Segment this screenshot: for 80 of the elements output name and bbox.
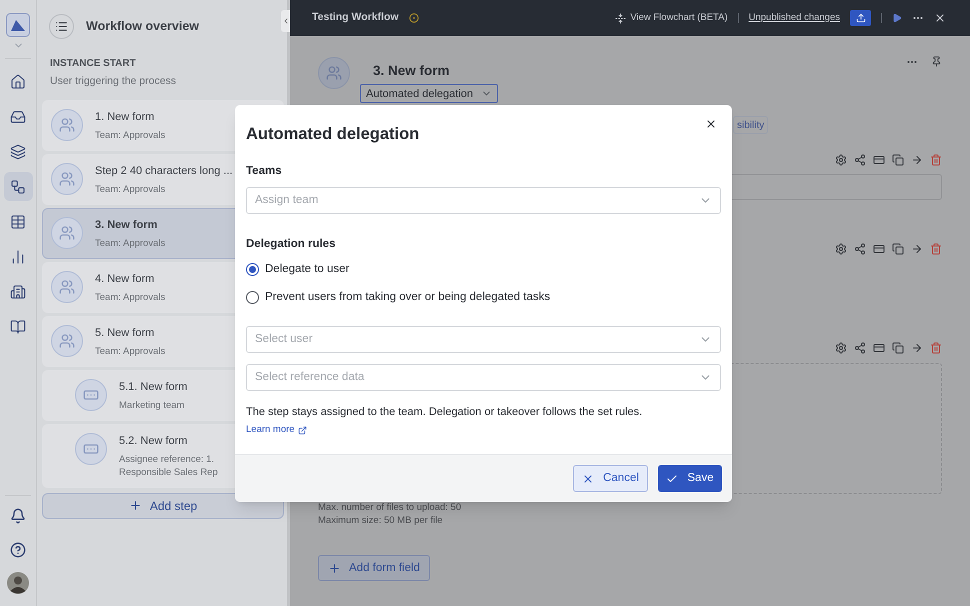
radio-button[interactable]	[246, 290, 259, 304]
card-icon[interactable]	[873, 154, 885, 166]
status-dot-icon	[408, 13, 419, 23]
step-subtitle: Marketing team	[119, 398, 184, 412]
card-icon[interactable]	[873, 342, 885, 354]
upload-icon	[856, 13, 866, 23]
step-subtitle: Team: Approvals	[95, 236, 166, 250]
table-icon	[10, 214, 26, 230]
step-title: 1. New form	[95, 110, 154, 125]
step-subtitle: Team: Approvals	[95, 344, 166, 358]
layers-icon	[10, 144, 26, 160]
people-icon	[59, 332, 75, 349]
publish-button[interactable]	[850, 10, 871, 26]
copy-icon[interactable]	[892, 342, 904, 354]
section-subtitle: User triggering the process	[49, 74, 178, 89]
cancel-button[interactable]: Cancel	[573, 465, 648, 492]
section-heading: INSTANCE START	[49, 57, 137, 71]
plus-icon	[128, 499, 142, 512]
sidebar-title: Workflow overview	[86, 18, 199, 35]
people-icon	[326, 65, 342, 81]
bell-icon[interactable]	[10, 508, 26, 524]
help-icon[interactable]	[10, 542, 26, 558]
logo-icon[interactable]	[6, 13, 30, 37]
workflow-title: Testing Workflow	[312, 10, 399, 26]
step-subtitle: Team: Approvals	[95, 182, 166, 196]
radio-button[interactable]	[246, 263, 259, 276]
save-button[interactable]: Save	[658, 465, 722, 492]
check-icon	[666, 472, 678, 484]
step-title: Step 2 40 characters long ...	[95, 164, 233, 179]
avatar[interactable]	[7, 572, 29, 594]
view-flowchart-link[interactable]: View Flowchart (BETA)	[630, 10, 728, 26]
step-title: 3. New form	[373, 62, 451, 80]
home-icon	[10, 74, 26, 90]
upload-note: Max. number of files to upload: 50	[318, 501, 462, 514]
step-title: 5.2. New form	[119, 434, 188, 449]
field-label: Teams	[246, 164, 283, 179]
arrow-right-icon[interactable]	[911, 243, 923, 256]
share-icon[interactable]	[854, 154, 866, 166]
nav-item[interactable]	[4, 172, 32, 201]
step-title: 5. New form	[95, 326, 154, 341]
step-title: 5.1. New form	[119, 380, 188, 395]
close-icon[interactable]	[934, 12, 946, 24]
close-icon	[582, 472, 594, 484]
step-subtitle: Assignee reference: 1. Responsible Sales Rep	[119, 452, 219, 479]
upload-note: Maximum size: 50 MB per file	[318, 514, 444, 528]
bar-chart-icon	[10, 248, 26, 264]
book-icon	[10, 318, 26, 334]
external-link-icon	[298, 426, 307, 435]
close-icon[interactable]	[705, 118, 717, 130]
step-subtitle: Team: Approvals	[95, 290, 166, 304]
card-icon[interactable]	[873, 243, 885, 256]
people-icon	[59, 116, 75, 133]
copy-icon[interactable]	[892, 154, 904, 166]
arrow-right-icon[interactable]	[911, 342, 923, 354]
inbox-icon	[10, 108, 26, 124]
step-title: 4. New form	[95, 272, 154, 287]
tag: sibility	[733, 116, 768, 134]
settings-icon[interactable]	[835, 243, 847, 256]
step-title: 3. New form	[95, 218, 158, 233]
copy-icon[interactable]	[892, 243, 904, 256]
people-icon	[59, 224, 75, 241]
pin-icon[interactable]	[931, 56, 942, 67]
plus-icon	[328, 562, 341, 575]
step-subtitle: Team: Approvals	[95, 128, 166, 142]
people-icon	[59, 278, 75, 295]
assignment-dropdown[interactable]: Automated delegation	[360, 84, 498, 104]
flowchart-icon[interactable]	[615, 12, 626, 24]
arrow-right-icon[interactable]	[911, 154, 923, 166]
add-step-button[interactable]: Add step	[42, 492, 284, 519]
share-icon[interactable]	[854, 243, 866, 256]
unpublished-changes-link[interactable]: Unpublished changes	[748, 10, 840, 26]
settings-icon[interactable]	[835, 342, 847, 354]
play-icon[interactable]	[892, 13, 902, 23]
share-icon[interactable]	[854, 342, 866, 354]
workflow-icon	[10, 178, 26, 194]
list-icon[interactable]	[49, 14, 74, 38]
settings-icon[interactable]	[835, 154, 847, 166]
list-glyph-icon	[55, 20, 68, 32]
people-icon	[59, 170, 75, 187]
building-icon	[10, 284, 26, 300]
